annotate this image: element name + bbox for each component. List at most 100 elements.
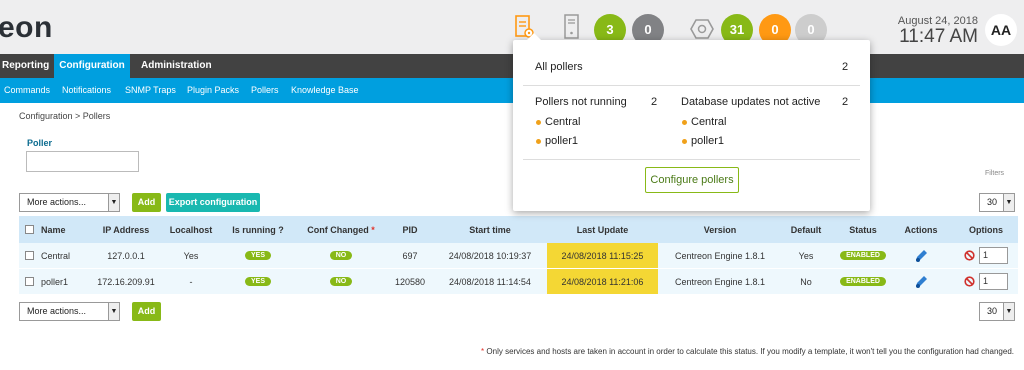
select-all-checkbox[interactable] (25, 225, 34, 234)
popover-caret (527, 33, 541, 40)
poller-ip: 127.0.0.1 (107, 250, 145, 261)
duplicate-count-input[interactable]: 1 (979, 273, 1008, 290)
db-inactive-poller: Central (691, 116, 727, 128)
per-page-value: 30 (987, 306, 998, 316)
more-actions-select-bottom[interactable]: More actions... ▼ (19, 302, 120, 321)
poller-default: No (800, 276, 812, 287)
menu-configuration[interactable]: Configuration (54, 54, 130, 78)
header-pid[interactable]: PID (387, 216, 433, 243)
header-status[interactable]: Status (830, 216, 896, 243)
header-time: 11:47 AM (899, 26, 978, 47)
conf-changed-badge: NO (329, 277, 353, 286)
table-header: Name IP Address Localhost Is running ? C… (19, 216, 1018, 243)
menu-administration[interactable]: Administration (141, 54, 212, 78)
all-pollers-label: All pollers (535, 61, 583, 73)
poller-last-update: 24/08/2018 11:15:25 (547, 243, 658, 268)
header-conf-changed[interactable]: Conf Changed * (295, 216, 387, 243)
per-page-select-bottom[interactable]: 30 ▼ (979, 302, 1015, 321)
export-configuration-button[interactable]: Export configuration (166, 193, 260, 212)
footnote-text: Only services and hosts are taken in acc… (484, 347, 1014, 356)
poller-start-time: 24/08/2018 10:19:37 (448, 250, 532, 261)
poller-default: Yes (798, 250, 814, 261)
breadcrumb: Configuration > Pollers (19, 111, 111, 121)
header-ip[interactable]: IP Address (91, 216, 161, 243)
main-menu: Reporting Configuration Administration (0, 54, 1024, 78)
db-updates-count: 2 (842, 96, 849, 108)
chevron-down-icon: ▼ (108, 194, 119, 211)
sub-menu: Commands Notifications SNMP Traps Plugin… (0, 78, 1024, 103)
menu-reporting[interactable]: Reporting (0, 54, 55, 78)
warning-dot-icon (682, 139, 687, 144)
poller-filter-input[interactable] (26, 151, 139, 172)
poller-filter-label: Poller (27, 138, 53, 148)
per-page-select-top[interactable]: 30 ▼ (979, 193, 1015, 212)
all-pollers-count: 2 (842, 61, 849, 73)
chevron-down-icon: ▼ (1003, 194, 1014, 211)
status-badge: ENABLED (840, 251, 886, 260)
db-updates-label: Database updates not active (681, 96, 821, 108)
chevron-down-icon: ▼ (1003, 303, 1014, 320)
db-inactive-poller: poller1 (691, 135, 725, 147)
conf-star: * (371, 224, 375, 235)
not-running-poller: Central (545, 116, 581, 128)
poller-pid: 120580 (394, 276, 426, 287)
conf-changed-badge: NO (329, 251, 353, 260)
header-name[interactable]: Name (25, 216, 91, 243)
header-localhost[interactable]: Localhost (161, 216, 221, 243)
warning-dot-icon (536, 139, 541, 144)
add-button-bottom[interactable]: Add (132, 302, 161, 321)
poller-version: Centreon Engine 1.8.1 (674, 250, 766, 261)
filters-link[interactable]: Filters (985, 170, 1004, 177)
submenu-pollers[interactable]: Pollers (251, 78, 279, 103)
header-version[interactable]: Version (658, 216, 782, 243)
row-checkbox[interactable] (25, 251, 34, 260)
poller-last-update: 24/08/2018 11:21:06 (547, 269, 658, 294)
row-checkbox[interactable] (25, 277, 34, 286)
header-options: Options (969, 224, 1003, 235)
poller-name[interactable]: Central (41, 251, 70, 261)
warning-dot-icon (682, 120, 687, 125)
per-page-value: 30 (987, 197, 998, 207)
top-header: eon 3 0 31 0 0 August 24, 2018 11:47 AM … (0, 0, 1024, 54)
header-default[interactable]: Default (782, 216, 830, 243)
submenu-commands[interactable]: Commands (4, 78, 50, 103)
pollers-status-popover: All pollers 2 Pollers not running 2 Cent… (513, 33, 870, 211)
disable-icon[interactable] (964, 250, 975, 261)
edit-icon[interactable] (896, 269, 946, 294)
not-running-poller: poller1 (545, 135, 579, 147)
submenu-plugin-packs[interactable]: Plugin Packs (187, 78, 239, 103)
popover-divider (523, 159, 860, 160)
configure-pollers-button[interactable]: Configure pollers (645, 167, 739, 193)
edit-icon[interactable] (896, 243, 946, 268)
popover-divider (523, 85, 860, 86)
footnote: * Only services and hosts are taken in a… (481, 347, 1014, 356)
poller-localhost: - (189, 276, 193, 287)
centreon-page: eon 3 0 31 0 0 August 24, 2018 11:47 AM … (0, 0, 1024, 370)
header-last-update[interactable]: Last Update (547, 216, 658, 243)
header-running[interactable]: Is running ? (221, 216, 295, 243)
warning-dot-icon (536, 120, 541, 125)
header-start-time[interactable]: Start time (433, 216, 547, 243)
pollers-not-running-label: Pollers not running (535, 96, 627, 108)
user-avatar[interactable]: AA (985, 14, 1017, 46)
logo[interactable]: eon (0, 11, 53, 45)
running-badge: YES (244, 277, 271, 286)
submenu-knowledge-base[interactable]: Knowledge Base (291, 78, 359, 103)
more-actions-select-top[interactable]: More actions... ▼ (19, 193, 120, 212)
add-button-top[interactable]: Add (132, 193, 161, 212)
poller-pid: 697 (402, 250, 418, 261)
table-row[interactable]: poller1 172.16.209.91 - YES NO 120580 24… (19, 269, 1018, 295)
poller-ip: 172.16.209.91 (97, 276, 155, 287)
disable-icon[interactable] (964, 276, 975, 287)
poller-name[interactable]: poller1 (41, 277, 68, 287)
status-badge: ENABLED (840, 277, 886, 286)
poller-localhost: Yes (183, 250, 199, 261)
chevron-down-icon: ▼ (108, 303, 119, 320)
submenu-notifications[interactable]: Notifications (62, 78, 111, 103)
duplicate-count-input[interactable]: 1 (979, 247, 1008, 264)
table-row[interactable]: Central 127.0.0.1 Yes YES NO 697 24/08/2… (19, 243, 1018, 269)
more-actions-label: More actions... (27, 306, 87, 316)
poller-start-time: 24/08/2018 11:14:54 (449, 276, 531, 287)
submenu-snmp-traps[interactable]: SNMP Traps (125, 78, 176, 103)
running-badge: YES (244, 251, 271, 260)
